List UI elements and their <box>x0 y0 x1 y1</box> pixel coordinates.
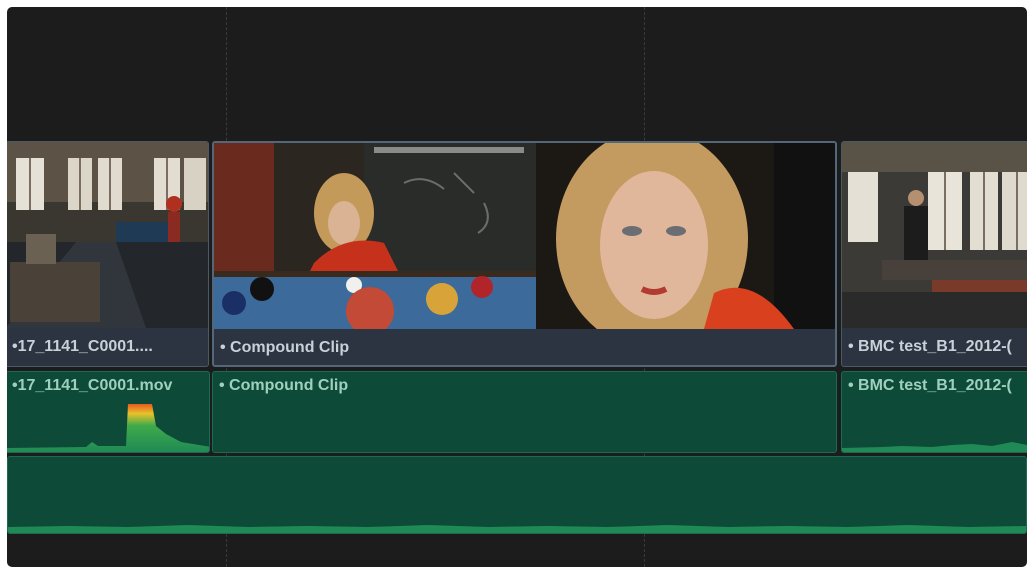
clip-label: •17_1141_C0001.... <box>12 338 153 355</box>
video-clip[interactable]: • Compound Clip <box>212 141 837 367</box>
clip-label: • BMC test_B1_2012-( <box>848 338 1012 355</box>
audio-clip[interactable]: •17_1141_C0001.mov <box>7 371 210 453</box>
audio-waveform <box>842 442 1027 452</box>
clip-thumbnail <box>214 143 835 329</box>
clip-thumbnail <box>7 142 208 328</box>
clip-label: • Compound Clip <box>219 377 349 394</box>
audio-clip[interactable]: • BMC test_B1_2012-( <box>841 371 1027 453</box>
timeline-panel: •17_1141_C0001.... • Compound Clip • BMC… <box>7 7 1027 567</box>
video-clip[interactable]: • BMC test_B1_2012-( <box>841 141 1027 367</box>
audio-waveform <box>8 525 1026 533</box>
audio-clip[interactable]: • Compound Clip <box>212 371 837 453</box>
audio-waveform <box>7 404 209 452</box>
audio-track-2[interactable] <box>7 456 1027 534</box>
clip-label: • Compound Clip <box>220 339 350 356</box>
clip-thumbnail <box>842 142 1027 328</box>
video-clip[interactable]: •17_1141_C0001.... <box>7 141 209 367</box>
